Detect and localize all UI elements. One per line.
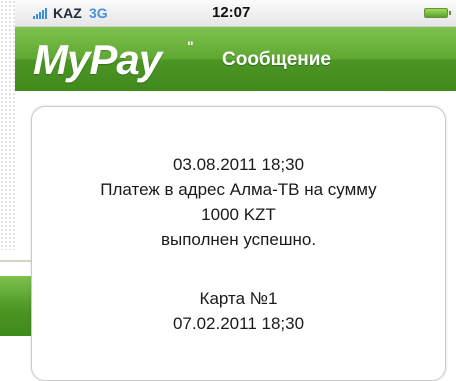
battery-icon: [424, 8, 451, 18]
status-time: 12:07: [212, 4, 251, 21]
payment-status: выполнен успешно.: [160, 230, 317, 249]
background-toolbar: [0, 276, 31, 336]
logo-mark: ": [187, 38, 194, 54]
background-divider: [0, 260, 31, 262]
network-type: 3G: [89, 5, 108, 21]
card-name: Карта №1: [199, 289, 278, 308]
background-texture: [0, 0, 15, 250]
page-title: Сообщение: [222, 49, 331, 70]
status-bar: KAZ 3G 12:07: [15, 0, 456, 27]
payment-amount: 1000 KZT: [201, 205, 276, 224]
app-header: MyPay " Сообщение: [15, 27, 456, 91]
payment-description: Платеж в адрес Алма-ТВ на сумму: [100, 180, 377, 199]
app-logo: MyPay: [33, 36, 162, 83]
payment-datetime: 03.08.2011 18;30: [172, 155, 305, 174]
card-datetime: 07.02.2011 18;30: [172, 314, 305, 333]
carrier-name: KAZ: [53, 5, 82, 21]
message-card: 03.08.2011 18;30 Платеж в адрес Алма-ТВ …: [31, 106, 446, 381]
signal-icon: [33, 8, 47, 19]
